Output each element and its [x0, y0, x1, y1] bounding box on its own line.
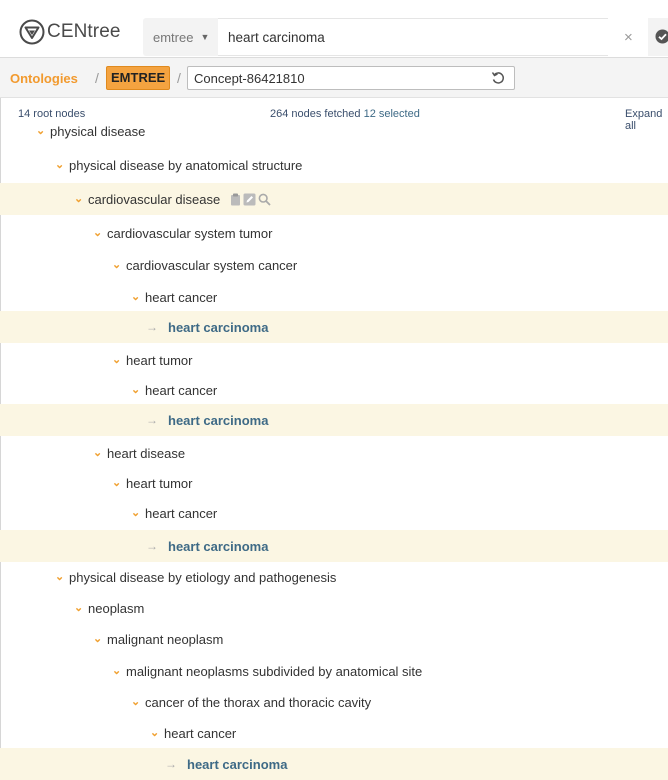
tree-node-label[interactable]: malignant neoplasm — [107, 632, 223, 647]
tree-node-label[interactable]: cardiovascular disease — [88, 192, 220, 207]
clipboard-icon[interactable] — [230, 193, 241, 206]
tree-node-label[interactable]: heart cancer — [145, 506, 217, 521]
arrow-right-icon: → — [146, 320, 168, 334]
chevron-down-icon[interactable]: ⌄ — [93, 226, 107, 239]
breadcrumb-separator: / — [95, 70, 99, 86]
search-icon[interactable] — [258, 193, 271, 206]
breadcrumb-ontologies-link[interactable]: Ontologies — [10, 71, 78, 86]
arrow-right-icon: → — [165, 757, 187, 771]
tree-node[interactable]: ⌄cardiovascular disease — [0, 183, 668, 215]
tree-node-label[interactable]: heart tumor — [126, 476, 192, 491]
top-bar: CENtree emtree ▼ × — [0, 0, 668, 58]
search-input[interactable] — [218, 18, 608, 56]
tree-node-label[interactable]: physical disease by anatomical structure — [69, 158, 302, 173]
tree-node-label[interactable]: physical disease — [50, 124, 145, 139]
chevron-down-icon[interactable]: ⌄ — [36, 124, 50, 137]
tree-node[interactable]: ⌄neoplasm — [0, 592, 668, 624]
chevron-down-icon[interactable]: ⌄ — [74, 601, 88, 614]
tree-node-label[interactable]: heart carcinoma — [168, 320, 268, 335]
tree-leaf-node[interactable]: →heart carcinoma — [0, 311, 668, 343]
arrow-right-icon: → — [146, 413, 168, 427]
ontology-select-value: emtree — [153, 30, 193, 45]
chevron-down-icon[interactable]: ⌄ — [93, 632, 107, 645]
tree-node-label[interactable]: heart cancer — [145, 383, 217, 398]
tree-node[interactable]: ⌄cardiovascular system tumor — [0, 217, 668, 249]
tree-leaf-node[interactable]: →heart carcinoma — [0, 748, 668, 780]
check-circle-icon[interactable] — [655, 29, 668, 44]
concept-id-text: Concept-86421810 — [194, 71, 305, 86]
tree-node-label[interactable]: heart carcinoma — [168, 413, 268, 428]
tree-node[interactable]: ⌄malignant neoplasm — [0, 623, 668, 655]
chevron-down-icon: ▼ — [200, 32, 209, 42]
tree-node[interactable]: ⌄heart disease — [0, 437, 668, 469]
tree-node-label[interactable]: heart carcinoma — [187, 757, 287, 772]
node-tools — [230, 193, 271, 206]
tree-node[interactable]: ⌄cardiovascular system cancer — [0, 249, 668, 281]
breadcrumb: Ontologies / EMTREE / Concept-86421810 — [0, 58, 668, 98]
breadcrumb-ontology-badge[interactable]: EMTREE — [106, 66, 170, 90]
tree-node-label[interactable]: malignant neoplasms subdivided by anatom… — [126, 664, 422, 679]
logo-text: CENtree — [47, 21, 121, 43]
tree-node[interactable]: ⌄physical disease by anatomical structur… — [0, 149, 668, 181]
chevron-down-icon[interactable]: ⌄ — [74, 192, 88, 205]
chevron-down-icon[interactable]: ⌄ — [55, 158, 69, 171]
tree-node[interactable]: ⌄heart cancer — [0, 281, 668, 313]
tree-leaf-node[interactable]: →heart carcinoma — [0, 404, 668, 436]
tree-node-label[interactable]: cardiovascular system tumor — [107, 226, 272, 241]
chevron-down-icon[interactable]: ⌄ — [112, 353, 126, 366]
tree-node[interactable]: ⌄malignant neoplasms subdivided by anato… — [0, 655, 668, 687]
tree-node[interactable]: ⌄physical disease — [0, 115, 668, 147]
tree-node[interactable]: ⌄heart cancer — [0, 374, 668, 406]
tree-node-label[interactable]: heart disease — [107, 446, 185, 461]
chevron-down-icon[interactable]: ⌄ — [55, 570, 69, 583]
tree-node-label[interactable]: cancer of the thorax and thoracic cavity — [145, 695, 371, 710]
search-bar: emtree ▼ × — [143, 18, 668, 56]
chevron-down-icon[interactable]: ⌄ — [131, 383, 145, 396]
chevron-down-icon[interactable]: ⌄ — [150, 726, 164, 739]
chevron-down-icon[interactable]: ⌄ — [131, 695, 145, 708]
tree-node[interactable]: ⌄heart cancer — [0, 717, 668, 749]
ontology-select[interactable]: emtree ▼ — [143, 18, 218, 56]
tree-node-label[interactable]: neoplasm — [88, 601, 144, 616]
tree-node-label[interactable]: heart cancer — [145, 290, 217, 305]
tree-node[interactable]: ⌄physical disease by etiology and pathog… — [0, 561, 668, 593]
chevron-down-icon[interactable]: ⌄ — [112, 476, 126, 489]
tree-node[interactable]: ⌄heart tumor — [0, 467, 668, 499]
concept-id-field[interactable]: Concept-86421810 — [187, 66, 515, 90]
tree-node-label[interactable]: heart carcinoma — [168, 539, 268, 554]
arrow-right-icon: → — [146, 539, 168, 553]
logo[interactable]: CENtree — [19, 19, 121, 45]
chevron-down-icon[interactable]: ⌄ — [131, 506, 145, 519]
tree-node-label[interactable]: physical disease by etiology and pathoge… — [69, 570, 336, 585]
tree-node[interactable]: ⌄heart tumor — [0, 344, 668, 376]
tree-node[interactable]: ⌄heart cancer — [0, 497, 668, 529]
tree-node[interactable]: ⌄cancer of the thorax and thoracic cavit… — [0, 686, 668, 718]
refresh-icon[interactable] — [490, 70, 506, 86]
tree-node-label[interactable]: heart tumor — [126, 353, 192, 368]
chevron-down-icon[interactable]: ⌄ — [93, 446, 107, 459]
logo-icon — [19, 19, 45, 45]
tree-node-label[interactable]: heart cancer — [164, 726, 236, 741]
tree-node-label[interactable]: cardiovascular system cancer — [126, 258, 297, 273]
tree-leaf-node[interactable]: →heart carcinoma — [0, 530, 668, 562]
chevron-down-icon[interactable]: ⌄ — [112, 258, 126, 271]
chevron-down-icon[interactable]: ⌄ — [112, 664, 126, 677]
breadcrumb-separator: / — [177, 70, 181, 86]
clear-icon[interactable]: × — [624, 29, 633, 46]
chevron-down-icon[interactable]: ⌄ — [131, 290, 145, 303]
edit-icon[interactable] — [243, 193, 256, 206]
